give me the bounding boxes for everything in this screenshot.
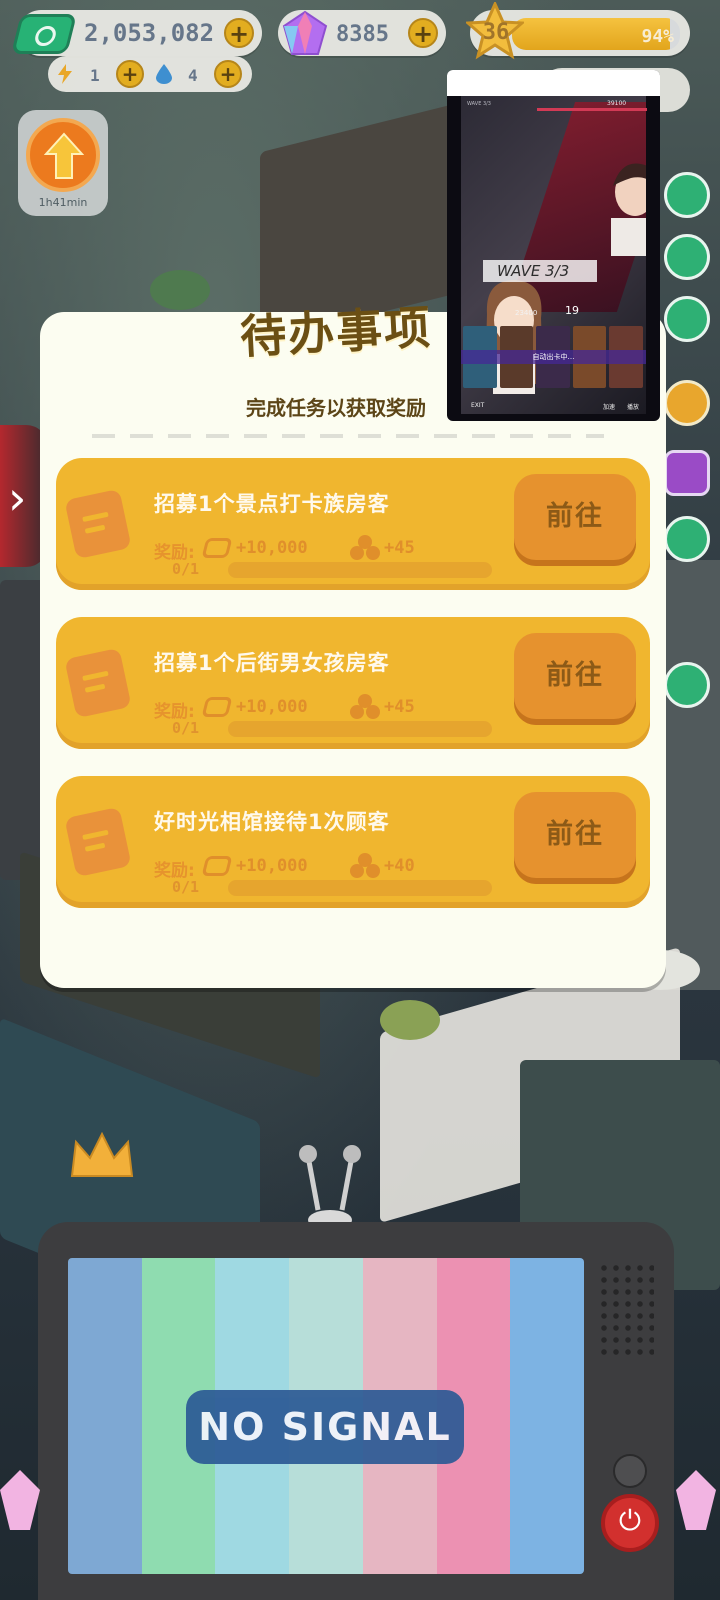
chevron-right-icon: › [8, 471, 27, 525]
tv-color-bar [510, 1258, 584, 1574]
tv-color-bar [68, 1258, 142, 1574]
task-name: 招募1个后街男女孩房客 [154, 651, 390, 675]
male-character [611, 163, 646, 256]
game-screen: 2,053,082 + 8385 + 36 94% 1 + 4 + 1h41mi… [0, 0, 720, 1600]
enemy-hp-bar [537, 108, 647, 111]
clover-icon [350, 535, 380, 560]
cash-reward: +10,000 [236, 697, 308, 717]
video-title-bar[interactable] [447, 70, 660, 96]
xp-reward: +40 [384, 856, 415, 876]
search-icon[interactable] [664, 296, 710, 342]
go-button[interactable]: 前往 [514, 474, 636, 566]
bush [150, 270, 210, 310]
boost-button[interactable]: 1h41min [18, 110, 108, 216]
tv-widget[interactable]: NO SIGNAL ⏻ [38, 1222, 674, 1600]
task-name: 好时光相馆接待1次顾客 [154, 810, 390, 834]
task-card: 招募1个景点打卡族房客 奖励: +10,000 +45 0/1 前往 [56, 458, 650, 590]
map-icon[interactable] [664, 516, 710, 562]
event-icon[interactable] [664, 450, 710, 496]
round-number: 19 [565, 304, 579, 317]
xp-reward: +45 [384, 538, 415, 558]
clover-icon [350, 694, 380, 719]
gift-icon[interactable] [664, 380, 710, 426]
cash-reward: +10,000 [236, 538, 308, 558]
task-card: 好时光相馆接待1次顾客 奖励: +10,000 +40 0/1 前往 [56, 776, 650, 908]
panel-title: 待办事项 [238, 300, 434, 364]
task-progress-bar [228, 562, 492, 578]
video-wave-header: WAVE 3/3 [467, 101, 491, 107]
auto-play-banner: 自动出卡中… [461, 350, 646, 364]
go-button[interactable]: 前往 [514, 792, 636, 884]
tv-knob[interactable] [613, 1454, 647, 1488]
crystal-icon [676, 1470, 716, 1530]
add-energy-button[interactable]: + [116, 60, 144, 88]
clipboard-icon [66, 808, 130, 876]
task-progress-bar [228, 721, 492, 737]
go-button[interactable]: 前往 [514, 633, 636, 725]
add-cash-button[interactable]: + [224, 18, 254, 48]
building [660, 560, 720, 990]
boost-timer: 1h41min [38, 196, 88, 209]
water-drop-icon [156, 64, 172, 84]
gear-icon[interactable] [664, 172, 710, 218]
add-gems-button[interactable]: + [408, 18, 438, 48]
tv-antenna [299, 1145, 361, 1230]
water-count: 4 [188, 66, 198, 85]
cash-icon [11, 14, 77, 54]
shop-icon[interactable] [664, 662, 710, 708]
bush [380, 1000, 440, 1040]
level-number: 36 [482, 20, 510, 45]
exit-button[interactable]: EXIT [471, 402, 484, 409]
gem-amount: 8385 [336, 22, 389, 47]
fast-forward-button[interactable]: 加速 [603, 402, 615, 411]
task-progress: 0/1 [172, 878, 200, 896]
arrow-up-icon [44, 132, 84, 179]
play-button[interactable]: 播放 [627, 402, 639, 411]
chat-icon[interactable] [664, 234, 710, 280]
cash-icon [201, 856, 233, 876]
energy-count: 1 [90, 66, 100, 85]
floating-video-window[interactable]: WAVE 3/3 39100 WAVE 3/3 23400 19 自动出卡中… … [447, 70, 660, 421]
task-card: 招募1个后街男女孩房客 奖励: +10,000 +45 0/1 前往 [56, 617, 650, 749]
tv-speaker [598, 1262, 654, 1360]
video-score-bottom: 23400 [515, 309, 538, 317]
gem-icon [282, 10, 328, 55]
cash-reward: +10,000 [236, 856, 308, 876]
task-progress: 0/1 [172, 719, 200, 737]
task-progress-bar [228, 880, 492, 896]
crystal-icon [0, 1470, 40, 1530]
wave-banner: WAVE 3/3 [483, 260, 598, 282]
panel-subtitle: 完成任务以获取奖励 [246, 396, 426, 420]
lightning-icon [58, 64, 72, 84]
cash-icon [201, 697, 233, 717]
clover-icon [350, 853, 380, 878]
clipboard-icon [66, 649, 130, 717]
cash-icon [201, 538, 233, 558]
no-signal-label: NO SIGNAL [186, 1390, 464, 1464]
xp-reward: +45 [384, 697, 415, 717]
task-name: 招募1个景点打卡族房客 [154, 492, 390, 516]
video-score-header: 39100 [607, 100, 627, 107]
clipboard-icon [66, 490, 130, 558]
cash-amount: 2,053,082 [84, 19, 215, 47]
level-progress-label: 94% [641, 26, 674, 47]
task-progress: 0/1 [172, 560, 200, 578]
add-water-button[interactable]: + [214, 60, 242, 88]
divider [92, 434, 604, 438]
boost-circle [26, 118, 100, 192]
power-icon[interactable]: ⏻ [601, 1494, 659, 1552]
crown-icon [70, 1132, 134, 1177]
